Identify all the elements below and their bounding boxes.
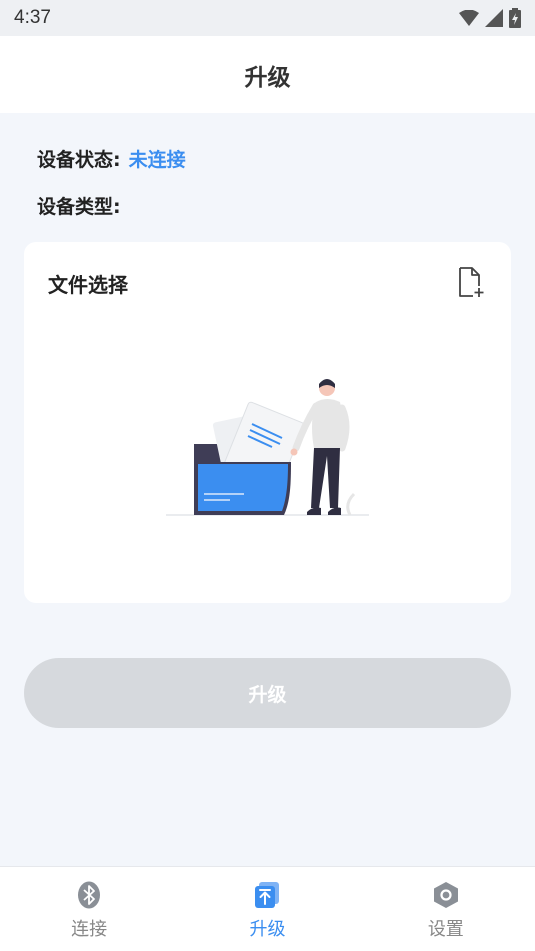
tab-connect-label: 连接 [71,919,108,940]
device-type-row: 设备类型: [37,192,129,219]
app-bar: 升级 [0,36,535,113]
tab-settings-label: 设置 [427,919,464,940]
file-select-card: 文件选择 [24,242,511,603]
status-time: 4:37 [14,7,51,28]
status-bar: 4:37 [0,0,535,36]
tab-upgrade-label: 升级 [249,919,286,940]
signal-icon [485,9,503,27]
device-type-label: 设备类型: [37,196,121,218]
device-status-value: 未连接 [128,149,186,171]
tab-upgrade[interactable]: 升级 [178,867,356,951]
tab-connect[interactable]: 连接 [0,867,178,951]
upgrade-icon [255,882,280,908]
wifi-icon [459,10,479,26]
empty-file-illustration [166,379,369,516]
page-title: 升级 [244,64,291,91]
device-status-row: 设备状态: 未连接 [37,145,186,172]
file-select-title: 文件选择 [48,273,128,297]
upgrade-button[interactable]: 升级 [24,658,511,728]
status-icons [459,8,521,28]
tab-settings[interactable]: 设置 [357,867,535,951]
file-add-icon[interactable] [454,266,486,298]
device-status-label: 设备状态: [37,149,121,171]
settings-icon [433,882,458,908]
battery-icon [509,8,521,28]
bottom-tab-bar: 连接 升级 设置 [0,866,535,951]
bluetooth-icon [78,881,101,909]
